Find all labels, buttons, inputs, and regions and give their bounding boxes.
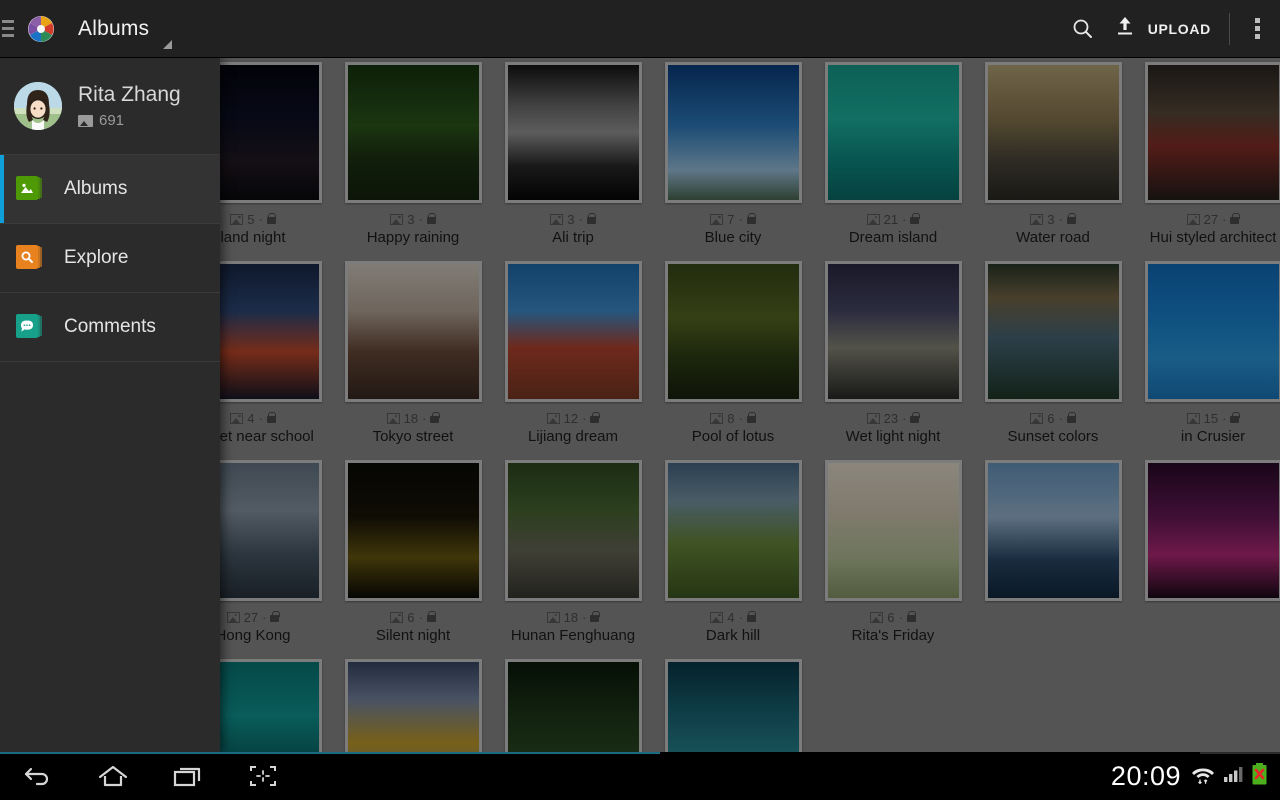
- signal-icon: [1222, 763, 1244, 790]
- status-clock[interactable]: 20:09: [1111, 761, 1181, 792]
- recent-apps-icon[interactable]: [150, 752, 225, 800]
- explore-icon: [16, 245, 42, 271]
- dropdown-caret-icon[interactable]: [163, 40, 172, 49]
- sidebar-item-label: Albums: [64, 178, 127, 200]
- search-icon[interactable]: [1057, 0, 1109, 58]
- hamburger-icon[interactable]: [0, 20, 16, 37]
- sidebar-item-label: Comments: [64, 316, 156, 338]
- albums-icon: [16, 176, 42, 202]
- action-bar-divider: [1229, 13, 1230, 45]
- app-root: 5·land night3·Happy raining3·Ali trip7·B…: [0, 0, 1280, 800]
- account-info: Rita Zhang 691: [78, 83, 181, 129]
- page-title: Albums: [78, 17, 149, 41]
- sidebar-item-comments[interactable]: Comments: [0, 293, 220, 362]
- sidebar-item-label: Explore: [64, 247, 128, 269]
- back-icon[interactable]: [0, 752, 75, 800]
- screenshot-icon[interactable]: [225, 752, 300, 800]
- upload-icon: [1113, 14, 1137, 43]
- overflow-menu-icon[interactable]: [1234, 0, 1280, 58]
- photo-icon: [78, 115, 93, 127]
- comments-icon: [16, 314, 42, 340]
- wifi-icon: [1191, 762, 1215, 791]
- navigation-drawer: Rita Zhang 691 Albums: [0, 58, 220, 752]
- home-icon[interactable]: [75, 752, 150, 800]
- sidebar-item-albums[interactable]: Albums: [0, 155, 220, 224]
- picasa-pinwheel-logo[interactable]: [26, 14, 56, 44]
- system-bar-top-line: [0, 752, 1280, 754]
- system-navigation-bar: 20:09: [0, 752, 1280, 800]
- action-bar: Albums UPLOAD: [0, 0, 1280, 58]
- upload-button[interactable]: UPLOAD: [1109, 0, 1225, 58]
- upload-label: UPLOAD: [1148, 21, 1211, 37]
- sidebar-item-explore[interactable]: Explore: [0, 224, 220, 293]
- photo-count-value: 691: [99, 112, 124, 129]
- battery-error-icon: [1251, 762, 1268, 791]
- account-header[interactable]: Rita Zhang 691: [0, 58, 220, 155]
- avatar: [14, 82, 62, 130]
- account-photo-count: 691: [78, 112, 181, 129]
- status-icons[interactable]: [1191, 762, 1268, 791]
- account-name: Rita Zhang: [78, 83, 181, 107]
